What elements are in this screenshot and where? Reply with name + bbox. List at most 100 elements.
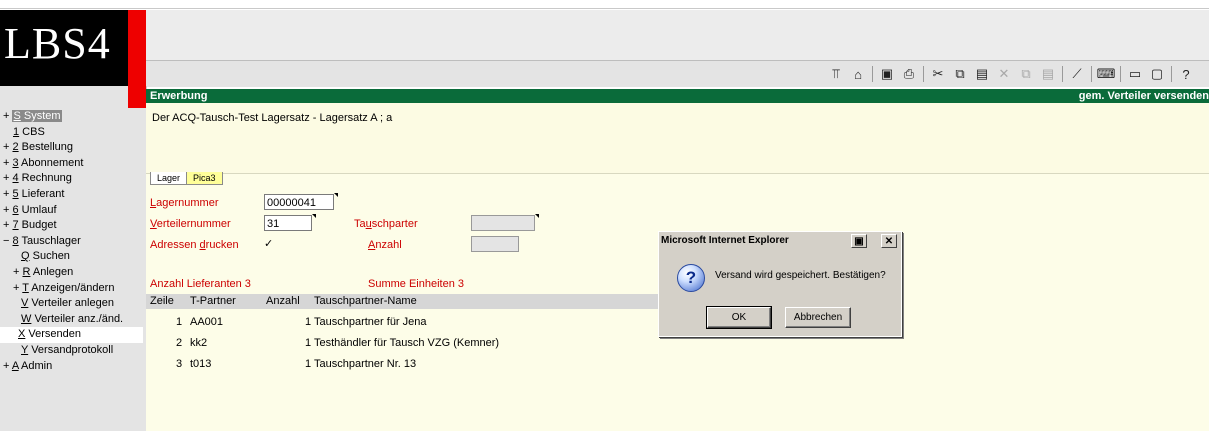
toolbar-separator [872, 66, 873, 82]
row-name: Tauschpartner Nr. 13 [314, 358, 417, 370]
table-row[interactable]: 3 t013 1 Tauschpartner Nr. 13 [146, 357, 666, 372]
sidebar-item-label: Y Versandprotokoll [21, 344, 113, 356]
table-row[interactable]: 1 AA001 1 Tauschpartner für Jena [146, 315, 666, 330]
row-anzahl: 1 [305, 316, 312, 328]
row-zeile: 3 [176, 358, 183, 370]
lagernummer-label: Lagernummer [150, 197, 219, 209]
sidebar-item-bestellung[interactable]: + 2 Bestellung [3, 140, 143, 156]
toolbar-separator [1171, 66, 1172, 82]
minimize-icon[interactable]: ▭ [1124, 65, 1146, 83]
sidebar-item-label: 1 CBS [13, 126, 45, 138]
tauschpartner-field[interactable] [471, 215, 535, 231]
sidebar-item-prefix: + [3, 359, 12, 372]
sidebar-item-rechnung[interactable]: + 4 Rechnung [3, 171, 143, 187]
tauschpartner-label: Tauschparter [354, 218, 418, 230]
anzahl-label: Anzahl [368, 239, 402, 251]
delete-icon[interactable]: ✕ [993, 65, 1015, 83]
sidebar-item-label: V Verteiler anlegen [21, 297, 114, 309]
toolbar-separator [1091, 66, 1092, 82]
sidebar-item-abonnement[interactable]: + 3 Abonnement [3, 156, 143, 172]
dialog-close-button[interactable]: ✕ [881, 234, 897, 248]
edit-icon[interactable]: ⟋ [1066, 65, 1088, 83]
sidebar-accent [128, 86, 146, 108]
sidebar-item-lieferant[interactable]: + 5 Lieferant [3, 187, 143, 203]
row-partner: kk2 [190, 337, 208, 349]
sidebar-item-text: CBS [19, 125, 45, 138]
sidebar-item-suchen[interactable]: Q Suchen [3, 249, 143, 265]
row-name: Tauschpartner für Jena [314, 316, 427, 328]
logo-accent [128, 10, 146, 86]
sidebar-item-umlauf[interactable]: + 6 Umlauf [3, 203, 143, 219]
paste-record-icon[interactable]: ▤ [1037, 65, 1059, 83]
anzahl-lieferanten: Anzahl Lieferanten 3 [150, 278, 251, 290]
sidebar-item-label: 3 Abonnement [12, 157, 83, 169]
function-title: gem. Verteiler versenden [1078, 90, 1209, 102]
sidebar-item-anzeigen-ändern[interactable]: + T Anzeigen/ändern [3, 281, 143, 297]
sidebar-item-system[interactable]: + S System [3, 109, 143, 125]
copy-record-icon[interactable]: ⧉ [1015, 65, 1037, 83]
sidebar-item-text: Bestellung [18, 141, 74, 154]
paste-icon[interactable]: ▤ [971, 65, 993, 83]
adressen-drucken-checkbox[interactable]: ✓ [264, 239, 275, 250]
lagernummer-field[interactable]: 00000041 [264, 194, 334, 210]
tab-lager[interactable]: Lager [150, 172, 188, 185]
adressen-drucken-label: Adressen drucken [150, 239, 239, 251]
sidebar-item-label: T Anzeigen/ändern [22, 282, 114, 294]
sidebar-item-text: Lieferant [18, 187, 65, 200]
ok-button[interactable]: OK [706, 306, 772, 329]
print-icon[interactable]: ⎙ [898, 65, 920, 83]
required-marker [535, 214, 539, 218]
sidebar-item-label: 7 Budget [12, 219, 56, 231]
sidebar-item-cbs[interactable]: 1 CBS [3, 125, 143, 141]
summe-einheiten: Summe Einheiten 3 [368, 278, 464, 290]
window-icon[interactable]: ▢ [1146, 65, 1168, 83]
keyboard-icon[interactable]: ⌨ [1095, 65, 1117, 83]
sidebar-item-admin[interactable]: + A Admin [3, 359, 143, 375]
save-icon[interactable]: ▣ [876, 65, 898, 83]
sidebar-item-versenden[interactable]: X Versenden [0, 327, 143, 343]
sidebar-item-verteiler-anz-änd-[interactable]: W Verteiler anz./änd. [3, 312, 143, 328]
required-marker [312, 214, 316, 218]
sidebar-item-versandprotokoll[interactable]: Y Versandprotokoll [3, 343, 143, 359]
dialog-icon-button[interactable]: ▣ [851, 234, 867, 248]
sidebar-item-anlegen[interactable]: + R Anlegen [3, 265, 143, 281]
row-name: Testhändler für Tausch VZG (Kemner) [314, 337, 500, 349]
tab-pica3[interactable]: Pica3 [186, 172, 223, 185]
sidebar-nav: + S System 1 CBS + 2 Bestellung + 3 Abonnem… [0, 109, 143, 375]
sidebar-item-verteiler-anlegen[interactable]: V Verteiler anlegen [3, 296, 143, 312]
sidebar-item-text: Verteiler anz./änd. [31, 312, 124, 325]
sidebar-item-hotkey: Q [21, 250, 30, 263]
sidebar-item-hotkey: S [13, 110, 21, 122]
toolbar: ⫪ ⌂ ▣ ⎙ ✂ ⧉ ▤ ✕ ⧉ ▤ ⟋ ⌨ ▭ ▢? [146, 60, 1209, 87]
dialog-titlebar[interactable]: Microsoft Internet Explorer ▣ ✕ [659, 232, 901, 250]
sidebar-item-text: Anzeigen/ändern [28, 281, 115, 294]
sidebar-item-text: System [20, 110, 61, 122]
sidebar-item-text: Rechnung [18, 172, 72, 185]
table-row[interactable]: 2 kk2 1 Testhändler für Tausch VZG (Kemn… [146, 336, 666, 351]
sidebar-item-budget[interactable]: + 7 Budget [3, 218, 143, 234]
anzahl-field[interactable] [471, 236, 519, 252]
verteilernummer-field[interactable]: 31 [264, 215, 312, 231]
info-text: Der ACQ-Tausch-Test Lagersatz - Lagersat… [152, 112, 393, 124]
verteilernummer-label: Verteilernummer [150, 218, 231, 230]
cancel-button[interactable]: Abbrechen [785, 307, 851, 328]
pin-icon[interactable]: ⫪ [825, 65, 847, 83]
home-icon[interactable]: ⌂ [847, 65, 869, 83]
toolbar-icons: ⫪ ⌂ ▣ ⎙ ✂ ⧉ ▤ ✕ ⧉ ▤ ⟋ ⌨ ▭ ▢? [825, 65, 1197, 83]
copy-icon[interactable]: ⧉ [949, 65, 971, 83]
help-icon[interactable]: ? [1175, 65, 1197, 83]
info-box: Der ACQ-Tausch-Test Lagersatz - Lagersat… [146, 103, 1209, 174]
sidebar-item-hotkey: A [11, 359, 19, 372]
confirm-dialog: Microsoft Internet Explorer ▣ ✕ ? Versan… [658, 231, 902, 337]
sidebar-item-text: Anlegen [30, 265, 74, 278]
sidebar-item-tauschlager[interactable]: − 8 Tauschlager [3, 234, 143, 250]
cut-icon[interactable]: ✂ [927, 65, 949, 83]
sidebar-item-text: Verteiler anlegen [28, 297, 114, 310]
table-header: Zeile T-Partner Anzahl Tauschpartner-Nam… [146, 294, 666, 309]
sidebar-item-label: A Admin [12, 360, 52, 372]
logo-text: LBS4 [4, 19, 111, 68]
row-anzahl: 1 [305, 358, 312, 370]
window-icon: ▣ [854, 236, 864, 247]
sidebar-item-label: W Verteiler anz./änd. [21, 313, 123, 325]
toolbar-separator [1120, 66, 1121, 82]
